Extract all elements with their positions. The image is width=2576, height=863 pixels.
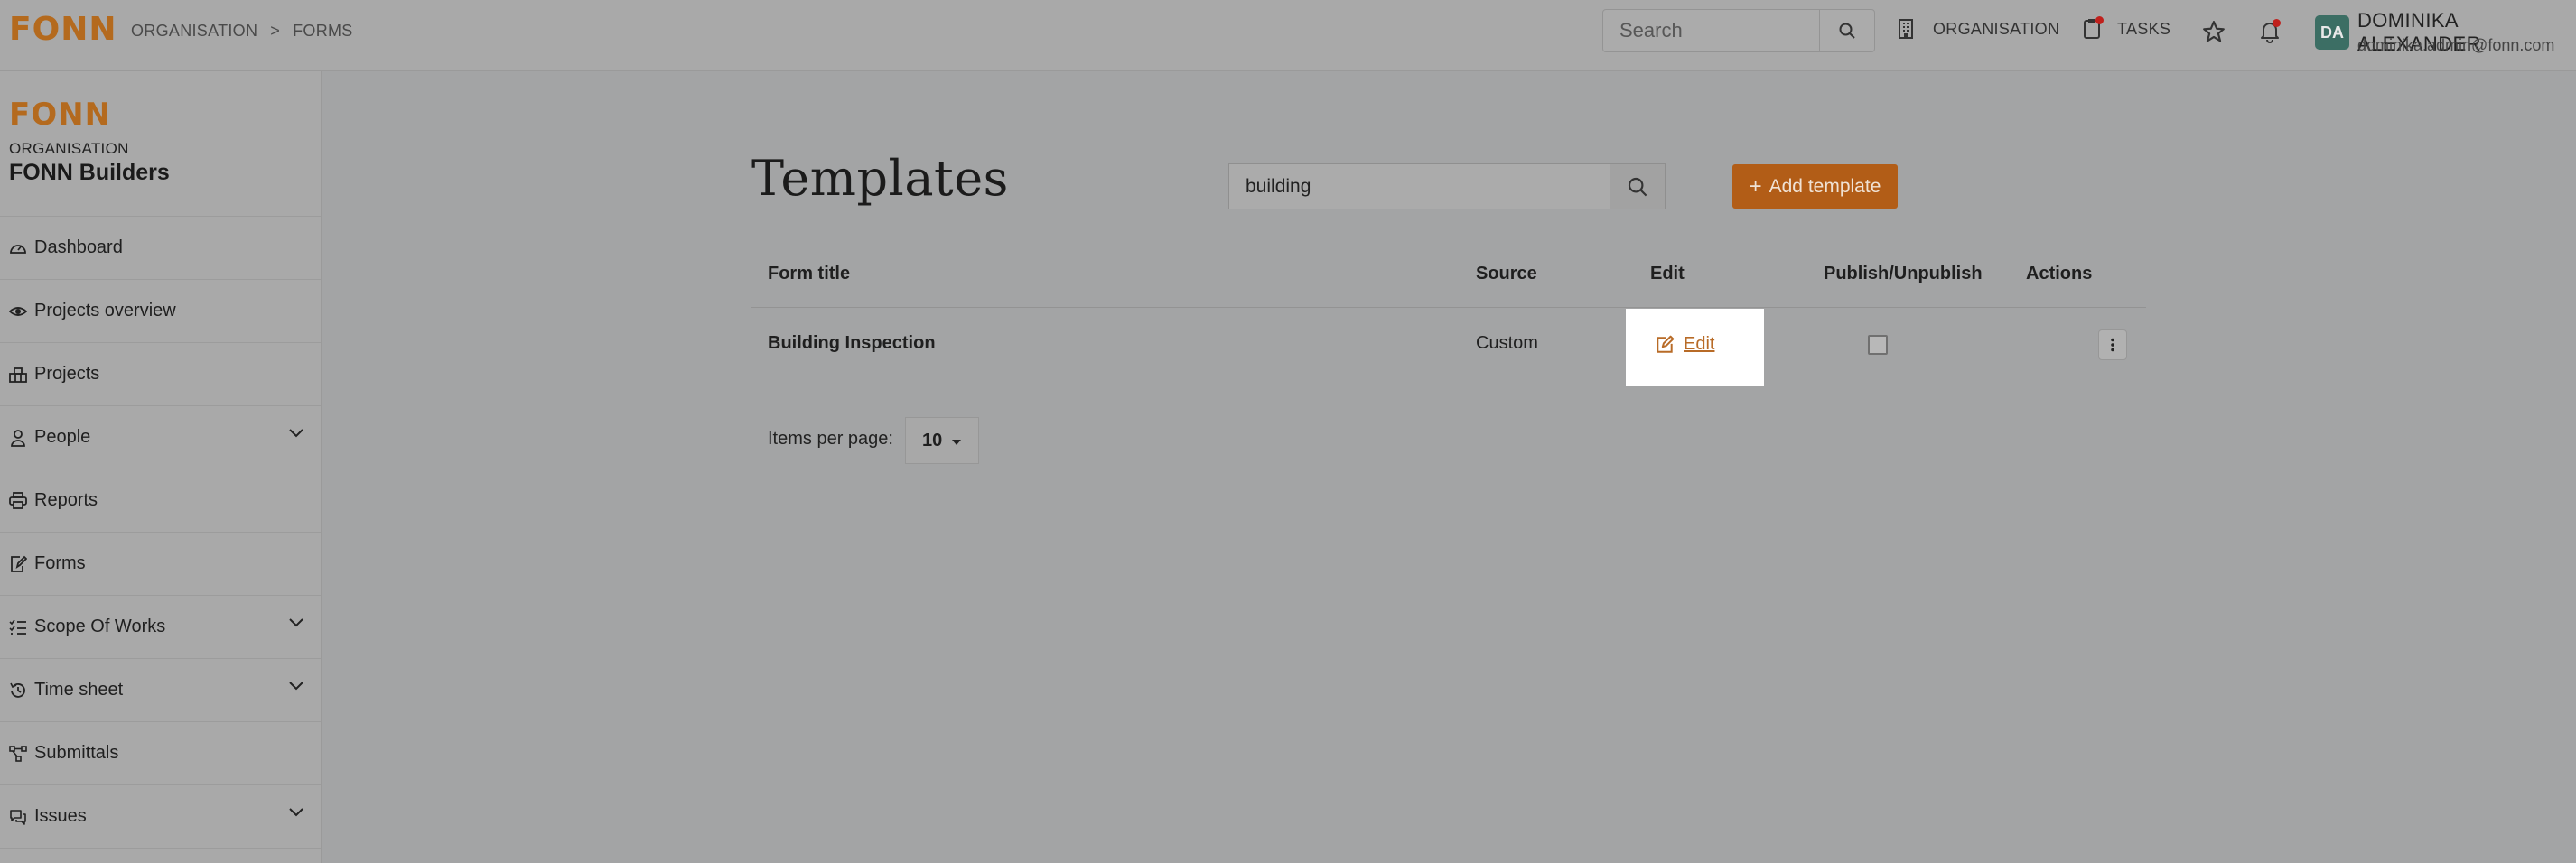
- breadcrumb-separator: >: [270, 22, 281, 40]
- breadcrumb: ORGANISATION > FORMS: [131, 22, 353, 41]
- chevron-down-icon: [289, 429, 303, 438]
- sidebar-item-projects-overview[interactable]: Projects overview: [0, 280, 321, 343]
- global-search-input[interactable]: [1603, 10, 1820, 51]
- eye-icon: [9, 306, 27, 316]
- flow-icon: [9, 745, 27, 762]
- sidebar-item-people[interactable]: People: [0, 406, 321, 469]
- caret-down-icon: [952, 440, 962, 445]
- sidebar: FONN ORGANISATION FONN Builders Dashboar…: [0, 71, 322, 863]
- printer-icon: [9, 491, 27, 509]
- fonn-logo[interactable]: FONN: [9, 11, 117, 48]
- top-bar: FONN ORGANISATION > FORMS ORGANISATION TAS…: [0, 0, 2576, 71]
- items-per-page-select[interactable]: 10: [905, 417, 979, 464]
- sidebar-org-label: ORGANISATION: [9, 140, 129, 157]
- edit-icon: [1657, 335, 1675, 353]
- sidebar-item-label: Forms: [34, 553, 86, 573]
- notifications-button[interactable]: [2259, 19, 2281, 48]
- sidebar-item-label: Projects overview: [34, 301, 176, 320]
- column-header-edit: Edit: [1650, 264, 1685, 283]
- notifications-dot: [2273, 19, 2281, 27]
- sidebar-item-label: Scope Of Works: [34, 617, 166, 636]
- sidebar-logo: FONN: [9, 97, 112, 133]
- global-search-button[interactable]: [1819, 10, 1874, 51]
- column-header-form-title: Form title: [768, 264, 851, 283]
- chevron-down-icon: [289, 808, 303, 817]
- publish-checkbox[interactable]: [1868, 335, 1888, 355]
- items-per-page-label: Items per page:: [768, 429, 893, 449]
- add-template-label: Add template: [1769, 175, 1881, 197]
- chevron-down-icon: [289, 618, 303, 627]
- sidebar-item-forms[interactable]: Forms: [0, 533, 321, 596]
- search-icon: [1839, 23, 1855, 39]
- sidebar-item-projects[interactable]: Projects: [0, 343, 321, 406]
- row-actions-button[interactable]: [2098, 329, 2127, 360]
- plus-icon: +: [1749, 173, 1762, 199]
- chat-icon: [10, 809, 26, 825]
- sidebar-item-submittals[interactable]: Submittals: [0, 722, 321, 785]
- page-title: Templates: [751, 150, 1009, 207]
- organisation-link-label: ORGANISATION: [1933, 19, 2060, 38]
- source-cell: Custom: [1476, 333, 1538, 353]
- search-icon: [1628, 177, 1647, 196]
- sidebar-item-issues[interactable]: Issues: [0, 785, 321, 849]
- template-search-button[interactable]: [1610, 164, 1665, 209]
- star-icon: [2203, 21, 2225, 42]
- form-edit-icon: [11, 555, 27, 572]
- favorites-button[interactable]: [2202, 20, 2226, 48]
- sidebar-item-reports[interactable]: Reports: [0, 469, 321, 533]
- column-header-actions: Actions: [2026, 264, 2093, 283]
- sidebar-item-scope-of-works[interactable]: Scope Of Works: [0, 596, 321, 659]
- breadcrumb-item-organisation[interactable]: ORGANISATION: [131, 22, 257, 40]
- breadcrumb-item-forms: FORMS: [293, 22, 353, 40]
- tasks-link[interactable]: TASKS: [2083, 16, 2171, 40]
- gauge-icon: [10, 244, 26, 254]
- kebab-menu-icon: [2111, 338, 2114, 352]
- global-search: [1602, 9, 1875, 52]
- sidebar-item-label: People: [34, 427, 91, 447]
- edit-link-label: Edit: [1684, 334, 1715, 354]
- sidebar-item-dashboard[interactable]: Dashboard: [0, 217, 321, 280]
- sidebar-item-label: Time sheet: [34, 680, 124, 700]
- history-icon: [10, 682, 25, 698]
- template-search: [1228, 163, 1666, 209]
- tasks-notification-dot: [2095, 16, 2104, 24]
- sidebar-org-name: FONN Builders: [9, 160, 170, 185]
- sidebar-item-label: Dashboard: [34, 237, 123, 257]
- building-icon: [1899, 19, 1913, 39]
- sidebar-item-label: Projects: [34, 364, 100, 384]
- sidebar-item-label: Submittals: [34, 743, 119, 763]
- edit-link[interactable]: Edit: [1655, 334, 1714, 355]
- template-search-input[interactable]: [1229, 164, 1610, 209]
- table-header-divider: [751, 307, 2146, 308]
- form-title-cell: Building Inspection: [768, 333, 936, 353]
- add-template-button[interactable]: + Add template: [1732, 164, 1898, 209]
- organisation-link[interactable]: ORGANISATION: [1897, 18, 2059, 40]
- person-icon: [11, 429, 25, 447]
- user-email: dominika.admin@fonn.com: [2357, 36, 2555, 54]
- projects-icon: [9, 367, 27, 383]
- avatar[interactable]: DA: [2315, 15, 2349, 50]
- sidebar-item-label: Reports: [34, 490, 98, 510]
- sidebar-item-label: Issues: [34, 806, 87, 826]
- list-icon: [9, 619, 26, 635]
- items-per-page-value: 10: [922, 430, 943, 450]
- sidebar-item-time-sheet[interactable]: Time sheet: [0, 659, 321, 722]
- tasks-link-label: TASKS: [2117, 19, 2171, 38]
- column-header-source: Source: [1476, 264, 1537, 283]
- chevron-down-icon: [289, 682, 303, 691]
- column-header-publish: Publish/Unpublish: [1824, 264, 1983, 283]
